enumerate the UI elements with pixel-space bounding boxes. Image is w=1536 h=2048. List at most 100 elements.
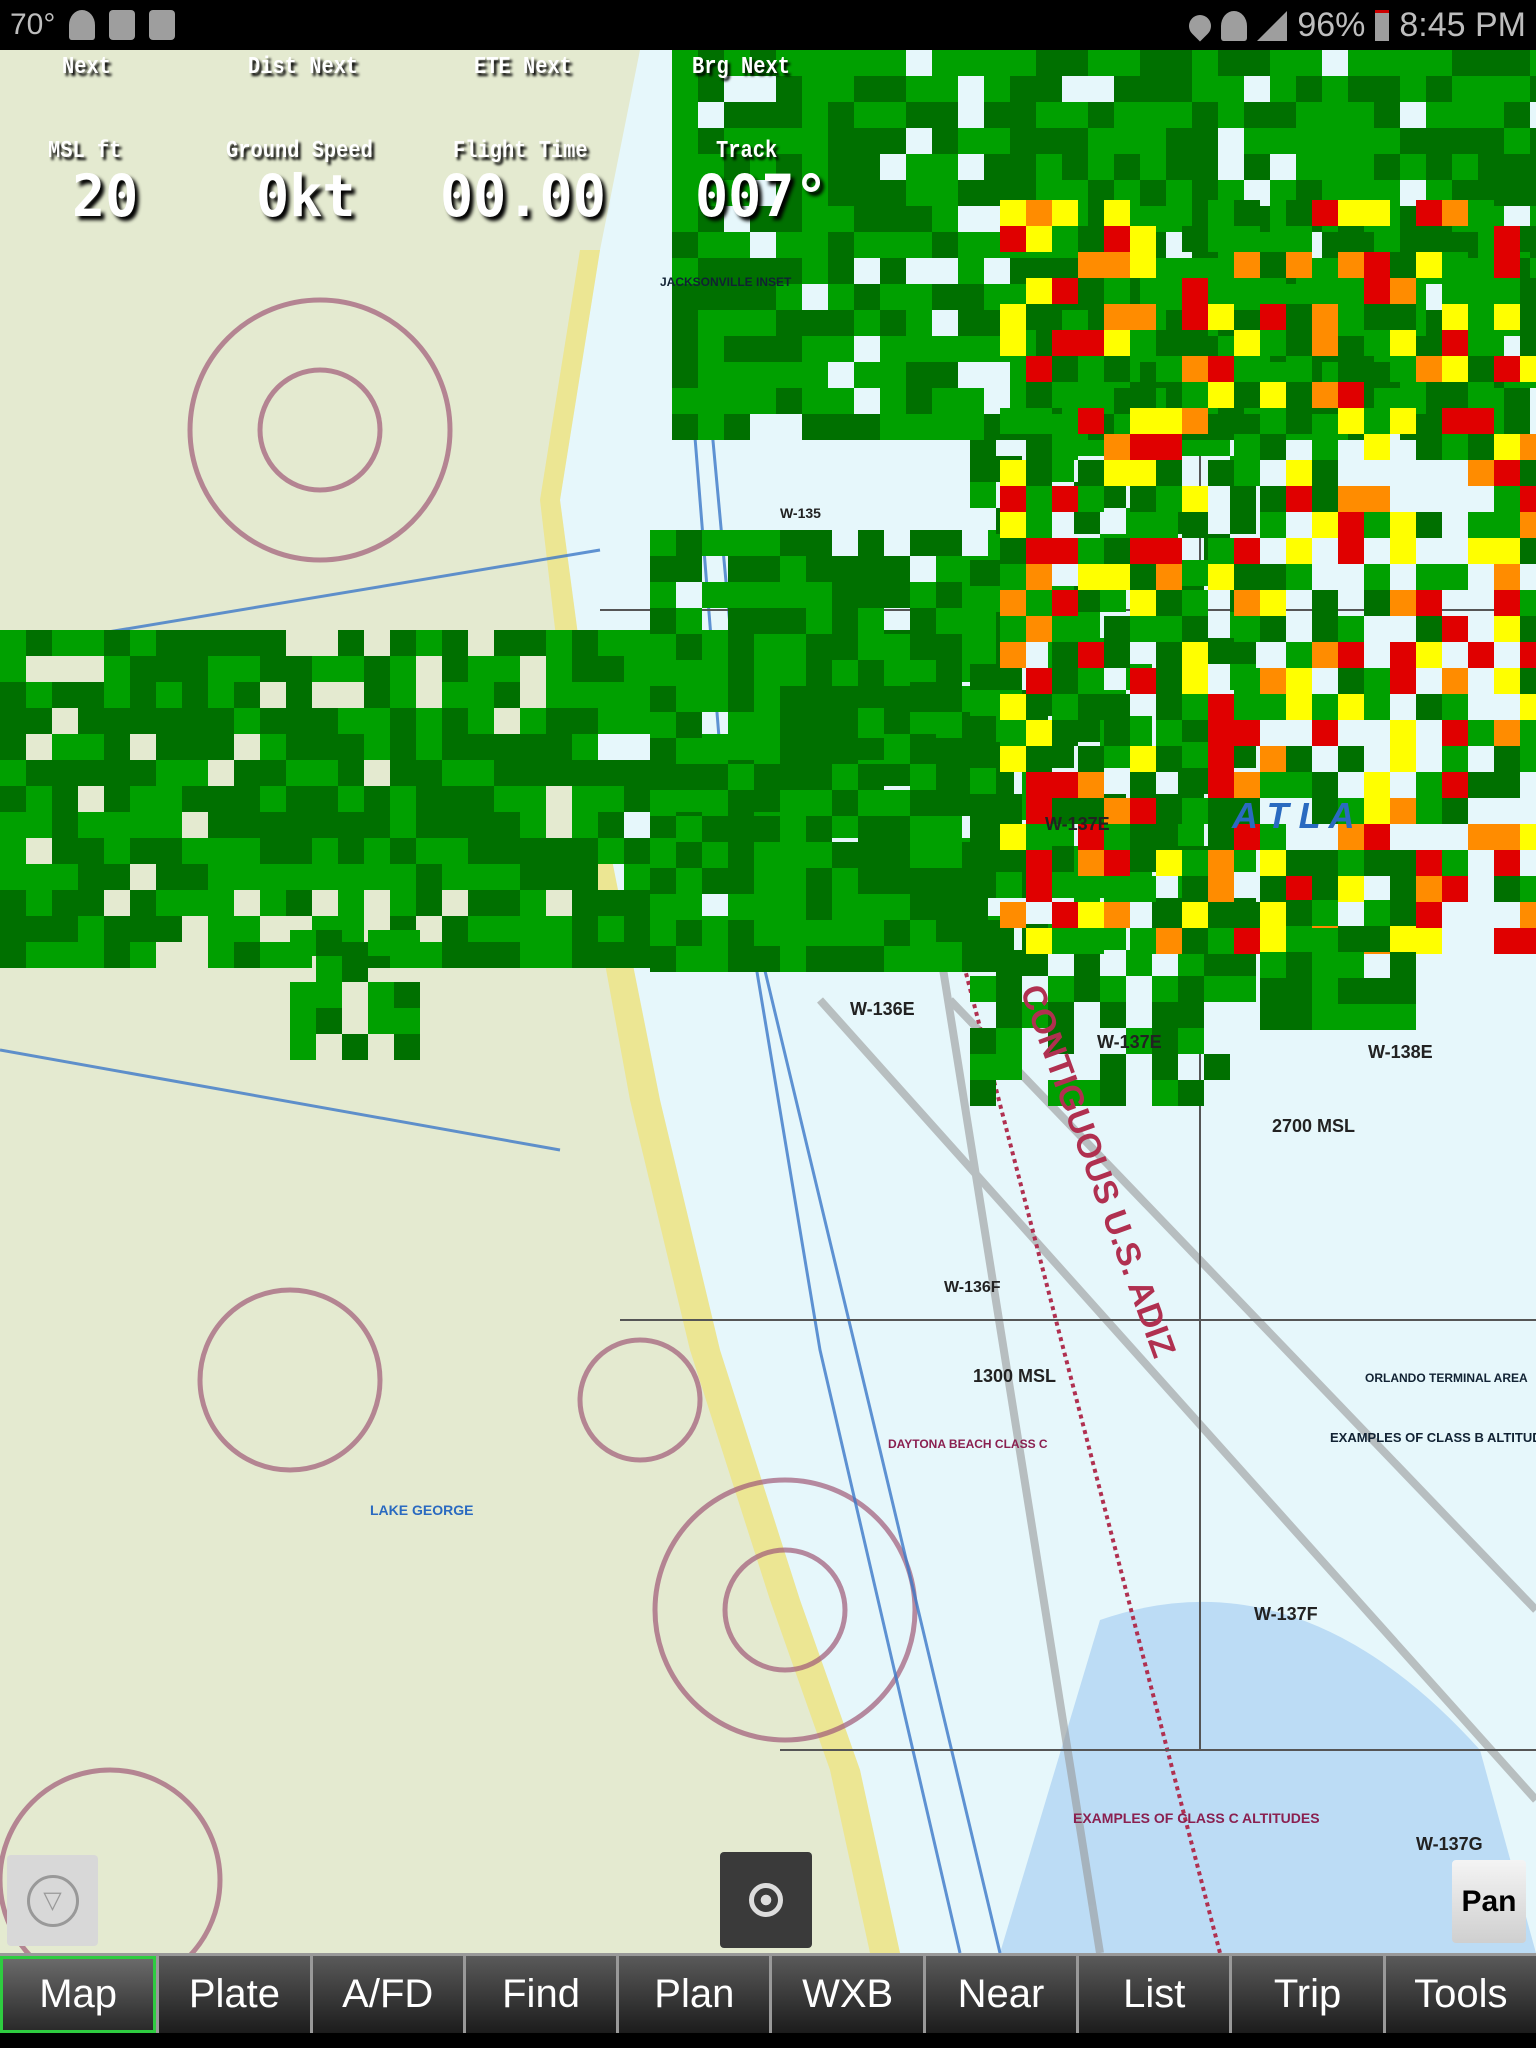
radar-cell [806, 842, 832, 868]
map-canvas[interactable]: CONTIGUOUS U.S. ADIZ W-137E W-136E W-137… [0, 50, 1536, 1953]
radar-cell [1312, 876, 1338, 902]
radar-cell [1052, 642, 1078, 668]
radar-cell [208, 838, 234, 864]
tab-near[interactable]: Near [925, 1956, 1077, 2033]
radar-cell [936, 712, 962, 738]
radar-cell [442, 734, 468, 760]
radar-cell [1182, 226, 1208, 252]
radar-cell [1010, 76, 1036, 102]
radar-cell [1364, 850, 1390, 876]
radar-cell [1230, 976, 1256, 1002]
radar-cell [780, 868, 806, 894]
radar-cell [1208, 564, 1234, 590]
radar-cell [1400, 50, 1426, 76]
radar-cell [1104, 330, 1130, 356]
radar-cell [1208, 772, 1234, 798]
radar-cell [442, 682, 468, 708]
radar-cell [1520, 330, 1536, 356]
radar-cell [1130, 538, 1156, 564]
radar-cell [0, 734, 26, 760]
tab-wxb[interactable]: WXB [772, 1956, 923, 2033]
radar-cell [1530, 128, 1536, 154]
radar-cell [1208, 798, 1234, 824]
radar-cell [650, 764, 676, 790]
radar-cell [338, 812, 364, 838]
radar-cell [932, 388, 958, 414]
radar-cell [1364, 590, 1390, 616]
radar-cell [1156, 616, 1182, 642]
tab-afd[interactable]: A/FD [312, 1956, 463, 2033]
radar-cell [1478, 76, 1504, 102]
radar-cell [1230, 508, 1256, 534]
radar-cell [1442, 694, 1468, 720]
radar-cell [1296, 50, 1322, 76]
radar-cell [884, 920, 910, 946]
radar-cell [1494, 876, 1520, 902]
radar-cell [702, 920, 728, 946]
radar-cell [1088, 154, 1114, 180]
radar-cell [996, 1054, 1022, 1080]
radar-cell [1130, 564, 1156, 590]
tab-plan[interactable]: Plan [619, 1956, 770, 2033]
map-label: LAKE GEORGE [370, 1502, 473, 1518]
radar-cell [1286, 486, 1312, 512]
radar-cell [234, 786, 260, 812]
radar-cell [416, 890, 442, 916]
radar-cell [1468, 408, 1494, 434]
radar-cell [858, 608, 884, 634]
center-location-button[interactable] [720, 1852, 812, 1948]
radar-cell [208, 942, 234, 968]
radar-cell [1156, 746, 1182, 772]
radar-cell [1208, 304, 1234, 330]
radar-cell [182, 708, 208, 734]
radar-cell [1182, 642, 1208, 668]
radar-cell [1504, 102, 1530, 128]
pan-label: Pan [1461, 1884, 1517, 1918]
sectional-map[interactable]: CONTIGUOUS U.S. ADIZ W-137E W-136E W-137… [0, 50, 1536, 1953]
radar-cell [1234, 616, 1260, 642]
radar-cell [1520, 824, 1536, 850]
radar-cell [932, 232, 958, 258]
radar-cell [1166, 154, 1192, 180]
radar-cell [676, 816, 702, 842]
radar-cell [672, 310, 698, 336]
radar-cell [1520, 876, 1536, 902]
radar-cell [884, 946, 910, 972]
radar-cell [802, 336, 828, 362]
radar-cell [1178, 1002, 1204, 1028]
radar-cell [1286, 252, 1312, 278]
radar-cell [156, 656, 182, 682]
radar-cell [442, 760, 468, 786]
radar-cell [702, 868, 728, 894]
radar-cell [1494, 928, 1520, 954]
radar-cell [1374, 50, 1400, 76]
menu-down-button[interactable]: ▽ [7, 1855, 98, 1946]
radar-cell [1312, 590, 1338, 616]
radar-cell [1182, 304, 1208, 330]
radar-cell [1078, 226, 1104, 252]
radar-cell [884, 816, 910, 842]
radar-cell [1494, 616, 1520, 642]
radar-cell [104, 734, 130, 760]
radar-cell [1100, 1054, 1126, 1080]
radar-cell [104, 838, 130, 864]
tab-plate[interactable]: Plate [159, 1956, 310, 2033]
radar-cell [78, 682, 104, 708]
radar-cell [1468, 720, 1494, 746]
radar-cell [650, 894, 676, 920]
radar-cell [780, 738, 806, 764]
radar-cell [494, 864, 520, 890]
radar-cell [754, 582, 780, 608]
radar-cell [1052, 928, 1078, 954]
tab-find[interactable]: Find [465, 1956, 617, 2033]
tab-list[interactable]: List [1079, 1956, 1230, 2033]
tab-tools[interactable]: Tools [1385, 1956, 1536, 2033]
radar-cell [1026, 278, 1052, 304]
tab-map[interactable]: Map [0, 1956, 157, 2033]
radar-cell [316, 956, 342, 982]
radar-cell [970, 976, 996, 1002]
pan-button[interactable]: Pan [1452, 1860, 1526, 1943]
radar-cell [546, 708, 572, 734]
tab-trip[interactable]: Trip [1232, 1956, 1383, 2033]
radar-cell [1348, 76, 1374, 102]
